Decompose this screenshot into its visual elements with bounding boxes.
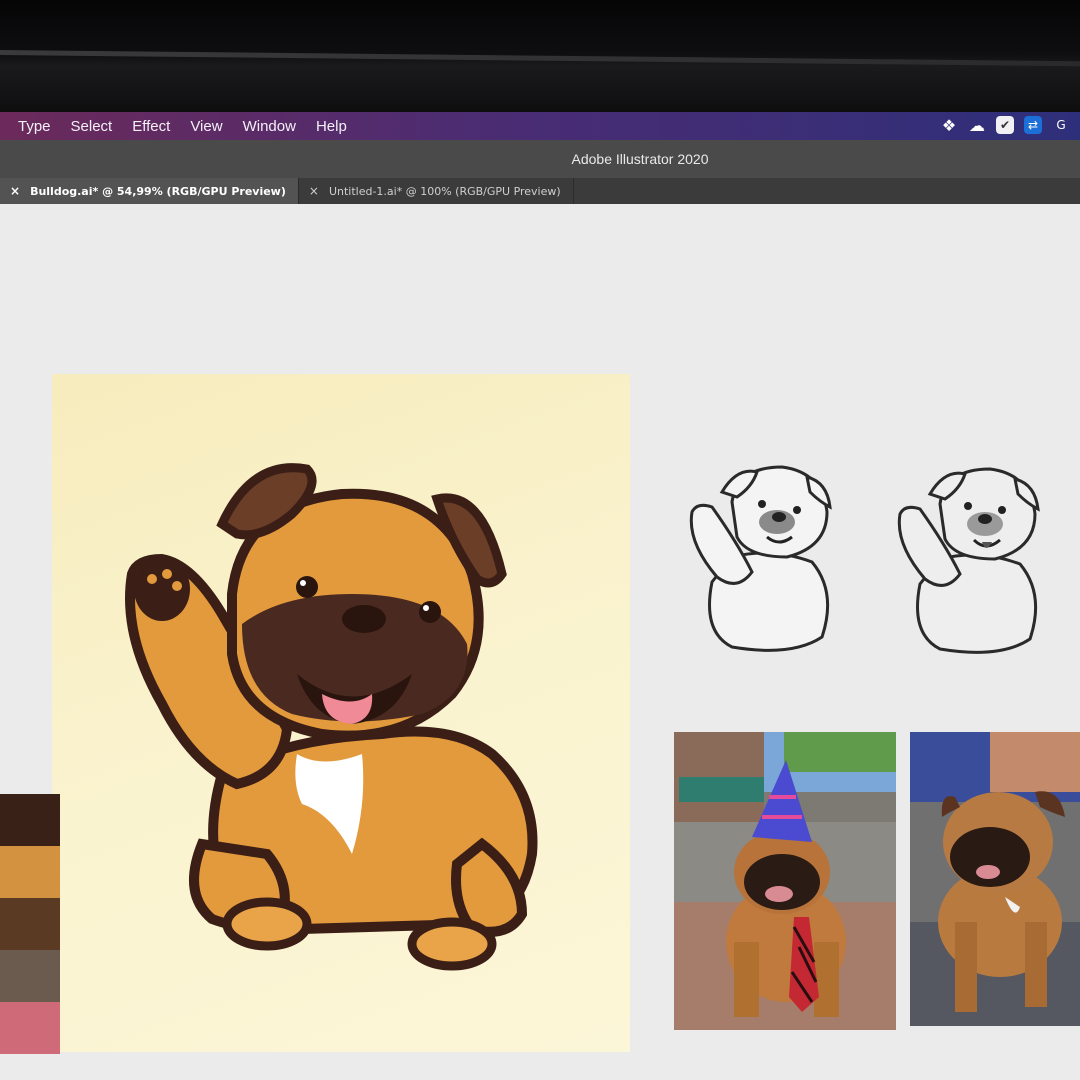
check-icon[interactable]: ✔ bbox=[996, 116, 1014, 134]
tab-label: Untitled-1.ai* @ 100% (RGB/GPU Preview) bbox=[328, 184, 561, 198]
artboard-canvas[interactable] bbox=[0, 204, 1080, 1080]
dog-eye-left-highlight bbox=[300, 580, 306, 586]
swatch-4[interactable] bbox=[0, 950, 60, 1002]
reference-photo-1[interactable] bbox=[674, 732, 896, 1030]
tab-bulldog[interactable]: × Bulldog.ai* @ 54,99% (RGB/GPU Preview) bbox=[0, 178, 299, 204]
menu-select[interactable]: Select bbox=[71, 118, 113, 135]
screen: Type Select Effect View Window Help ❖ ☁ … bbox=[0, 112, 1080, 1080]
swatch-2[interactable] bbox=[0, 846, 60, 898]
dog-toe-2 bbox=[162, 569, 172, 579]
g-icon[interactable]: G bbox=[1052, 116, 1070, 134]
close-icon[interactable]: × bbox=[10, 184, 20, 198]
dog-eye-right bbox=[419, 601, 441, 623]
creative-cloud-icon[interactable]: ☁ bbox=[968, 116, 986, 135]
menu-bar: Type Select Effect View Window Help ❖ ☁ … bbox=[0, 112, 1080, 140]
dog-toe-3 bbox=[172, 581, 182, 591]
dog-nose bbox=[342, 605, 386, 633]
photo-bulldog-standing bbox=[910, 732, 1080, 1026]
pencil-sketch-2[interactable] bbox=[890, 464, 1050, 664]
tab-label: Bulldog.ai* @ 54,99% (RGB/GPU Preview) bbox=[30, 184, 286, 198]
bulldog-illustration[interactable] bbox=[52, 374, 630, 1052]
dog-eye-left bbox=[296, 576, 318, 598]
tab-untitled[interactable]: × Untitled-1.ai* @ 100% (RGB/GPU Preview… bbox=[299, 178, 574, 204]
dog-toe-1 bbox=[147, 574, 157, 584]
menu-effect[interactable]: Effect bbox=[132, 118, 170, 135]
menu-window[interactable]: Window bbox=[243, 118, 296, 135]
bulldog-artboard[interactable] bbox=[52, 374, 630, 1052]
close-icon[interactable]: × bbox=[309, 184, 319, 198]
color-swatches bbox=[0, 794, 60, 1054]
document-tabs: × Bulldog.ai* @ 54,99% (RGB/GPU Preview)… bbox=[0, 178, 1080, 204]
swatch-5[interactable] bbox=[0, 1002, 60, 1054]
window-title: Adobe Illustrator 2020 bbox=[571, 151, 709, 167]
teamviewer-icon[interactable]: ⇄ bbox=[1024, 116, 1042, 134]
menu-help[interactable]: Help bbox=[316, 118, 347, 135]
swatch-3[interactable] bbox=[0, 898, 60, 950]
menu-view[interactable]: View bbox=[190, 118, 222, 135]
status-tray: ❖ ☁ ✔ ⇄ G bbox=[940, 116, 1070, 135]
dog-paw-front-right bbox=[407, 917, 497, 971]
swatch-1[interactable] bbox=[0, 794, 60, 846]
reference-photo-2[interactable] bbox=[910, 732, 1080, 1026]
dog-paw-front-left bbox=[222, 897, 312, 951]
pencil-sketch-1[interactable] bbox=[682, 462, 842, 662]
dog-eye-right-highlight bbox=[423, 605, 429, 611]
dog-paw-pad bbox=[134, 557, 190, 621]
dropbox-icon[interactable]: ❖ bbox=[940, 116, 958, 135]
menu-type[interactable]: Type bbox=[18, 118, 51, 135]
title-bar: Adobe Illustrator 2020 bbox=[0, 140, 1080, 178]
photo-bulldog-party-hat bbox=[674, 732, 896, 1030]
